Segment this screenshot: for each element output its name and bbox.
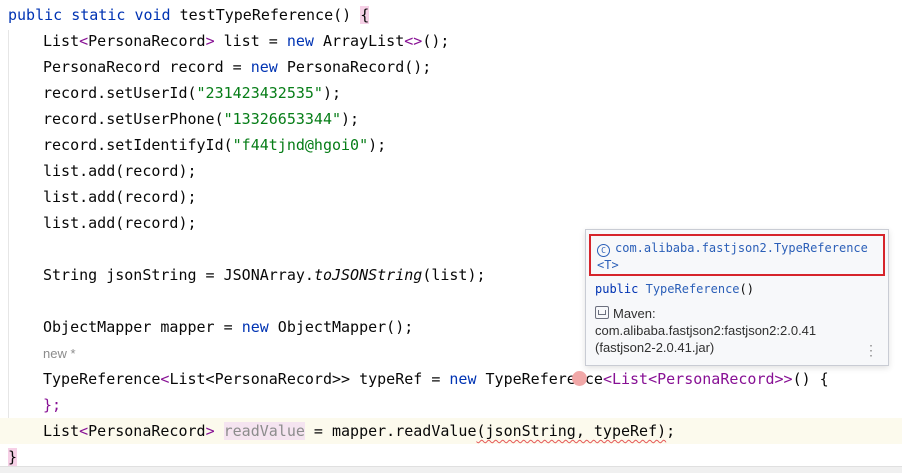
maven-label: Maven:	[613, 306, 656, 321]
unused-variable: readValue	[223, 422, 305, 440]
error-squiggle: (jsonString, typeRef)	[476, 422, 667, 440]
type: PersonaRecord	[88, 32, 206, 50]
code-text: list.add(record);	[43, 214, 197, 232]
code-text: };	[43, 396, 62, 414]
generic: <	[79, 32, 89, 50]
static-method: toJSONString	[313, 266, 423, 284]
code-line-9[interactable]: list.add(record);	[0, 210, 197, 236]
code-text: );	[341, 110, 360, 128]
code-text: );	[368, 136, 387, 154]
keyword: void	[134, 6, 171, 24]
code-line-16[interactable]: };	[0, 392, 61, 418]
code-line-13[interactable]: ObjectMapper mapper = new ObjectMapper()…	[0, 314, 413, 340]
generic: >	[205, 422, 215, 440]
code-text: record.setUserPhone(	[43, 110, 224, 128]
code-text: = mapper.readValue	[304, 422, 477, 440]
code-line-17[interactable]: List<PersonaRecord> readValue = mapper.r…	[0, 418, 675, 444]
code-text: list.add(record);	[43, 188, 197, 206]
keyword: static	[71, 6, 126, 24]
code-text: typeRef =	[350, 370, 450, 388]
brace-highlight: {	[360, 6, 370, 24]
quick-doc-popup[interactable]: Ccom.alibaba.fastjson2.TypeReference <T>…	[585, 229, 889, 366]
highlighted-class-header[interactable]: Ccom.alibaba.fastjson2.TypeReference <T>	[589, 234, 885, 276]
code-text: (list);	[422, 266, 486, 284]
qualified-name-row[interactable]: Ccom.alibaba.fastjson2.TypeReference	[597, 241, 868, 257]
constructor-signature: public TypeReference()	[595, 282, 754, 296]
generic: <>	[404, 32, 423, 50]
keyword: new	[250, 58, 278, 76]
code-text: ArrayList	[313, 32, 405, 50]
class-icon: C	[597, 244, 610, 257]
code-line-15[interactable]: TypeReference <List<PersonaRecord>> typeR…	[0, 366, 829, 392]
type: PersonaRecord	[88, 422, 206, 440]
code-line-6[interactable]: record.setIdentifyId("f44tjnd@hgoi0");	[0, 132, 386, 158]
maven-info: Maven: com.alibaba.fastjson2:fastjson2:2…	[595, 305, 816, 356]
maven-coordinate: com.alibaba.fastjson2:fastjson2:2.0.41	[595, 323, 817, 338]
code-text: );	[322, 84, 342, 102]
mouse-cursor-highlight	[572, 371, 587, 386]
jar-name: (fastjson2-2.0.41.jar)	[595, 340, 715, 355]
code-text: list =	[214, 32, 287, 50]
code-line-2[interactable]: List<PersonaRecord> list = new ArrayList…	[0, 28, 449, 54]
code-text: ();	[422, 32, 450, 50]
code-line-3[interactable]: PersonaRecord record = new PersonaRecord…	[0, 54, 431, 80]
keyword: public	[8, 6, 63, 24]
code-line-8[interactable]: list.add(record);	[0, 184, 197, 210]
inlay-hint-line: new *	[0, 340, 76, 366]
code-line-7[interactable]: list.add(record);	[0, 158, 197, 184]
code-text: record.setIdentifyId(	[43, 136, 233, 154]
keyword: public	[595, 282, 639, 296]
code-text: ObjectMapper mapper =	[43, 318, 242, 336]
code-line-5[interactable]: record.setUserPhone("13326653344");	[0, 106, 359, 132]
type: List<PersonaRecord>>	[169, 370, 351, 388]
string-literal: "f44tjnd@hgoi0"	[232, 136, 369, 154]
library-icon	[595, 306, 609, 319]
code-text: PersonaRecord();	[277, 58, 432, 76]
keyword: new	[241, 318, 269, 336]
code-line-4[interactable]: record.setUserId("231423432535");	[0, 80, 341, 106]
type: TypeReference	[43, 370, 161, 388]
code-line-11[interactable]: String jsonString = JSONArray.toJSONStri…	[0, 262, 486, 288]
inlay-hint: new *	[43, 346, 76, 361]
qualified-class-name[interactable]: com.alibaba.fastjson2.TypeReference	[615, 241, 868, 255]
keyword: new	[449, 370, 477, 388]
parens: ()	[739, 282, 754, 296]
code-text: ObjectMapper();	[268, 318, 414, 336]
code-text: PersonaRecord record =	[43, 58, 251, 76]
generic: <	[79, 422, 89, 440]
type: List	[43, 422, 80, 440]
brace-highlight: }	[8, 448, 18, 466]
constructor-name[interactable]: TypeReference	[646, 282, 740, 296]
generic: >	[205, 32, 215, 50]
string-literal: "231423432535"	[196, 84, 323, 102]
code-text: () {	[792, 370, 829, 388]
string-literal: "13326653344"	[223, 110, 342, 128]
code-text: list.add(record);	[43, 162, 197, 180]
parens: ()	[333, 6, 352, 24]
type-parameter: <T>	[597, 258, 619, 272]
method-name: testTypeReference	[179, 6, 334, 24]
type: List	[43, 32, 80, 50]
more-options-icon[interactable]: ⋮	[864, 342, 878, 359]
keyword: new	[286, 32, 314, 50]
generic: <List<PersonaRecord>>	[602, 370, 793, 388]
code-text: String jsonString = JSONArray.	[43, 266, 314, 284]
code-line-1[interactable]: public static void testTypeReference() {	[8, 2, 370, 28]
code-text: record.setUserId(	[43, 84, 197, 102]
code-text: ;	[666, 422, 676, 440]
